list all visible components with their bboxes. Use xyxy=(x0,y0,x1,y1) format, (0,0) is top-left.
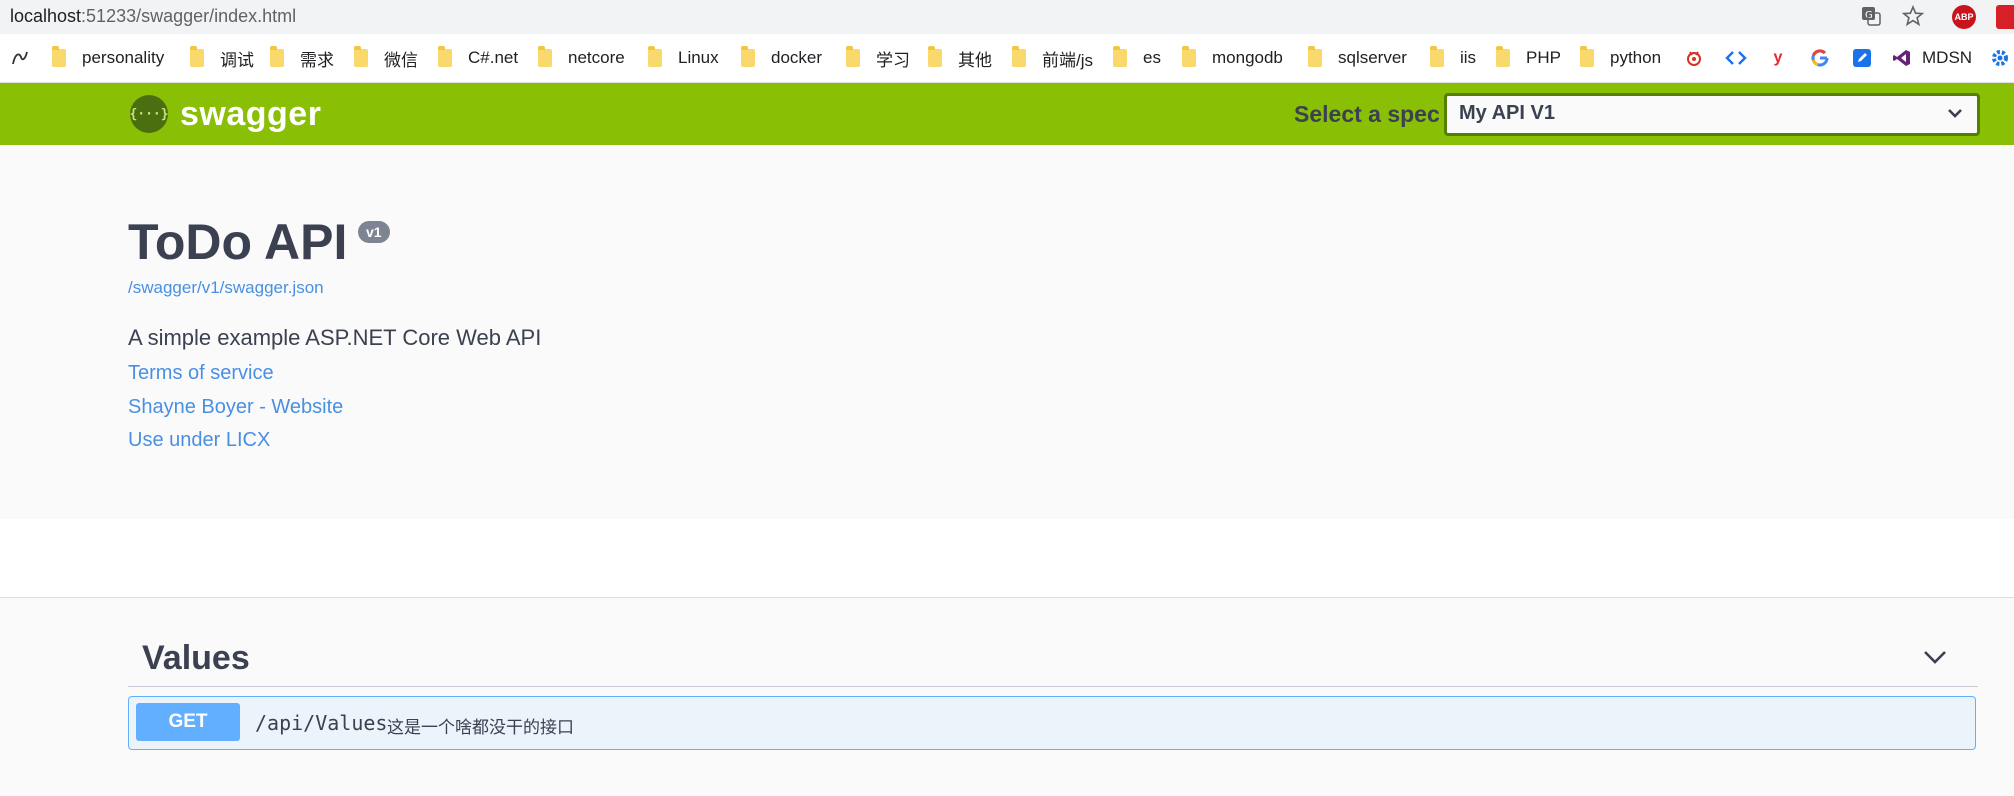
spec-select[interactable]: My API V1 xyxy=(1444,93,1980,136)
bookmark-label: Linux xyxy=(678,48,719,67)
bookmark-mongodb[interactable]: mongodb xyxy=(1182,46,1283,70)
folder-icon xyxy=(1580,46,1594,67)
spec-select-value: My API V1 xyxy=(1459,102,1555,124)
operation-path: /api/Values xyxy=(255,711,388,735)
bookmark-other[interactable]: 其他 xyxy=(928,46,992,70)
contact-link[interactable]: Shayne Boyer - Website xyxy=(128,396,343,419)
edit-icon[interactable] xyxy=(1850,46,1874,70)
scheme-container xyxy=(0,519,2014,598)
folder-icon xyxy=(270,46,284,67)
bookmark-php[interactable]: PHP xyxy=(1496,46,1561,70)
bug-icon[interactable] xyxy=(1682,46,1706,70)
operations-section: Values GET /api/Values 这是一个啥都没干的接口 xyxy=(0,598,2014,796)
folder-icon xyxy=(928,46,942,67)
bookmark-mdsn[interactable]: MDSN xyxy=(1892,46,1972,70)
bookmark-label: sqlserver xyxy=(1338,48,1407,67)
version-badge: v1 xyxy=(358,221,390,243)
address-bar[interactable]: localhost:51233/swagger/index.html G xyxy=(0,0,2014,34)
bookmark-debug[interactable]: 调试 xyxy=(190,46,254,70)
folder-icon xyxy=(1496,46,1510,67)
url-path: :51233/swagger/index.html xyxy=(81,6,297,26)
url-text[interactable]: localhost:51233/swagger/index.html xyxy=(10,5,296,27)
code-icon[interactable] xyxy=(1724,46,1748,70)
bookmark-label: mongodb xyxy=(1212,48,1283,67)
swagger-logo-text[interactable]: swagger xyxy=(180,95,321,133)
bookmark-requirements[interactable]: 需求 xyxy=(270,46,334,70)
bookmark-label: MDSN xyxy=(1922,48,1973,67)
folder-icon xyxy=(354,46,368,67)
bookmark-label: iis xyxy=(1460,48,1477,67)
svg-text:G: G xyxy=(1865,10,1873,21)
star-icon[interactable] xyxy=(1901,4,1925,27)
swagger-json-link[interactable]: /swagger/v1/swagger.json xyxy=(128,278,324,298)
bookmark-iis[interactable]: iis xyxy=(1430,46,1476,70)
bookmark-label: docker xyxy=(771,48,823,67)
bookmark-python[interactable]: python xyxy=(1580,46,1661,70)
spec-select-label: Select a spec xyxy=(1294,101,1440,127)
bookmark-wechat[interactable]: 微信 xyxy=(354,46,418,70)
bookmark-study[interactable]: 学习 xyxy=(846,46,910,70)
folder-icon xyxy=(1430,46,1444,67)
bookmark-label: PHP xyxy=(1526,48,1561,67)
folder-icon xyxy=(438,46,452,67)
chevron-down-icon[interactable] xyxy=(1922,648,1948,671)
tag-values-header[interactable]: Values xyxy=(128,638,1978,687)
api-description: A simple example ASP.NET Core Web API xyxy=(128,325,542,350)
bookmark-sqlserver[interactable]: sqlserver xyxy=(1308,46,1407,70)
bookmark-label: 微信 xyxy=(384,50,418,70)
abp-extension-icon[interactable]: ABP xyxy=(1952,5,1976,29)
folder-icon xyxy=(1182,46,1196,67)
folder-icon xyxy=(52,46,66,67)
folder-icon xyxy=(1308,46,1322,67)
folder-icon xyxy=(538,46,552,67)
tag-name: Values xyxy=(142,639,250,677)
bookmark-es[interactable]: es xyxy=(1113,46,1161,70)
operation-summary: 这是一个啥都没干的接口 xyxy=(387,718,574,737)
swagger-topbar: {···} swagger Select a spec My API V1 xyxy=(0,83,2014,145)
bookmark-frontend[interactable]: 前端/js xyxy=(1012,46,1093,70)
translate-icon[interactable]: G xyxy=(1860,5,1882,27)
folder-icon xyxy=(1012,46,1026,67)
bookmark-csharp[interactable]: C#.net xyxy=(438,46,518,70)
bookmark-netcore[interactable]: netcore xyxy=(538,46,625,70)
operation-get-values[interactable]: GET /api/Values 这是一个啥都没干的接口 xyxy=(128,696,1976,750)
bookmark-label: 需求 xyxy=(300,50,334,70)
google-icon[interactable] xyxy=(1808,46,1832,70)
bookmark-docker[interactable]: docker xyxy=(741,46,822,70)
chevron-down-icon xyxy=(1947,106,1963,124)
youdao-icon[interactable]: y xyxy=(1766,46,1790,70)
folder-icon xyxy=(846,46,860,67)
bookmark-linux[interactable]: Linux xyxy=(648,46,719,70)
folder-icon xyxy=(741,46,755,67)
folder-icon xyxy=(1113,46,1127,67)
bookmark-label: 其他 xyxy=(958,50,992,70)
bookmark-label: personality xyxy=(82,48,165,67)
license-link[interactable]: Use under LICX xyxy=(128,429,270,452)
url-host: localhost xyxy=(10,6,82,26)
apps-icon[interactable] xyxy=(8,46,32,70)
folder-icon xyxy=(648,46,662,67)
bookmark-label: python xyxy=(1610,48,1662,67)
bookmark-personality[interactable]: personality xyxy=(52,46,164,70)
settings-gear-icon[interactable] xyxy=(1988,46,2012,70)
bookmark-label: 学习 xyxy=(876,50,910,70)
bookmark-label: 前端/js xyxy=(1042,50,1093,70)
bookmark-label: 调试 xyxy=(220,50,254,70)
folder-icon xyxy=(190,46,204,67)
api-info: ToDo API v1 /swagger/v1/swagger.json A s… xyxy=(0,145,2014,519)
api-title: ToDo API xyxy=(128,214,348,270)
visual-studio-icon xyxy=(1893,50,1910,66)
swagger-logo-icon[interactable]: {···} xyxy=(129,95,169,133)
extension-icon[interactable] xyxy=(1996,5,2014,29)
method-badge: GET xyxy=(136,703,240,741)
bookmark-label: netcore xyxy=(568,48,625,67)
bookmark-label: es xyxy=(1143,48,1161,67)
bookmarks-bar: personality 调试 需求 微信 C#.net netcore Linu… xyxy=(0,34,2014,83)
bookmark-label: C#.net xyxy=(468,48,519,67)
terms-of-service-link[interactable]: Terms of service xyxy=(128,362,274,385)
